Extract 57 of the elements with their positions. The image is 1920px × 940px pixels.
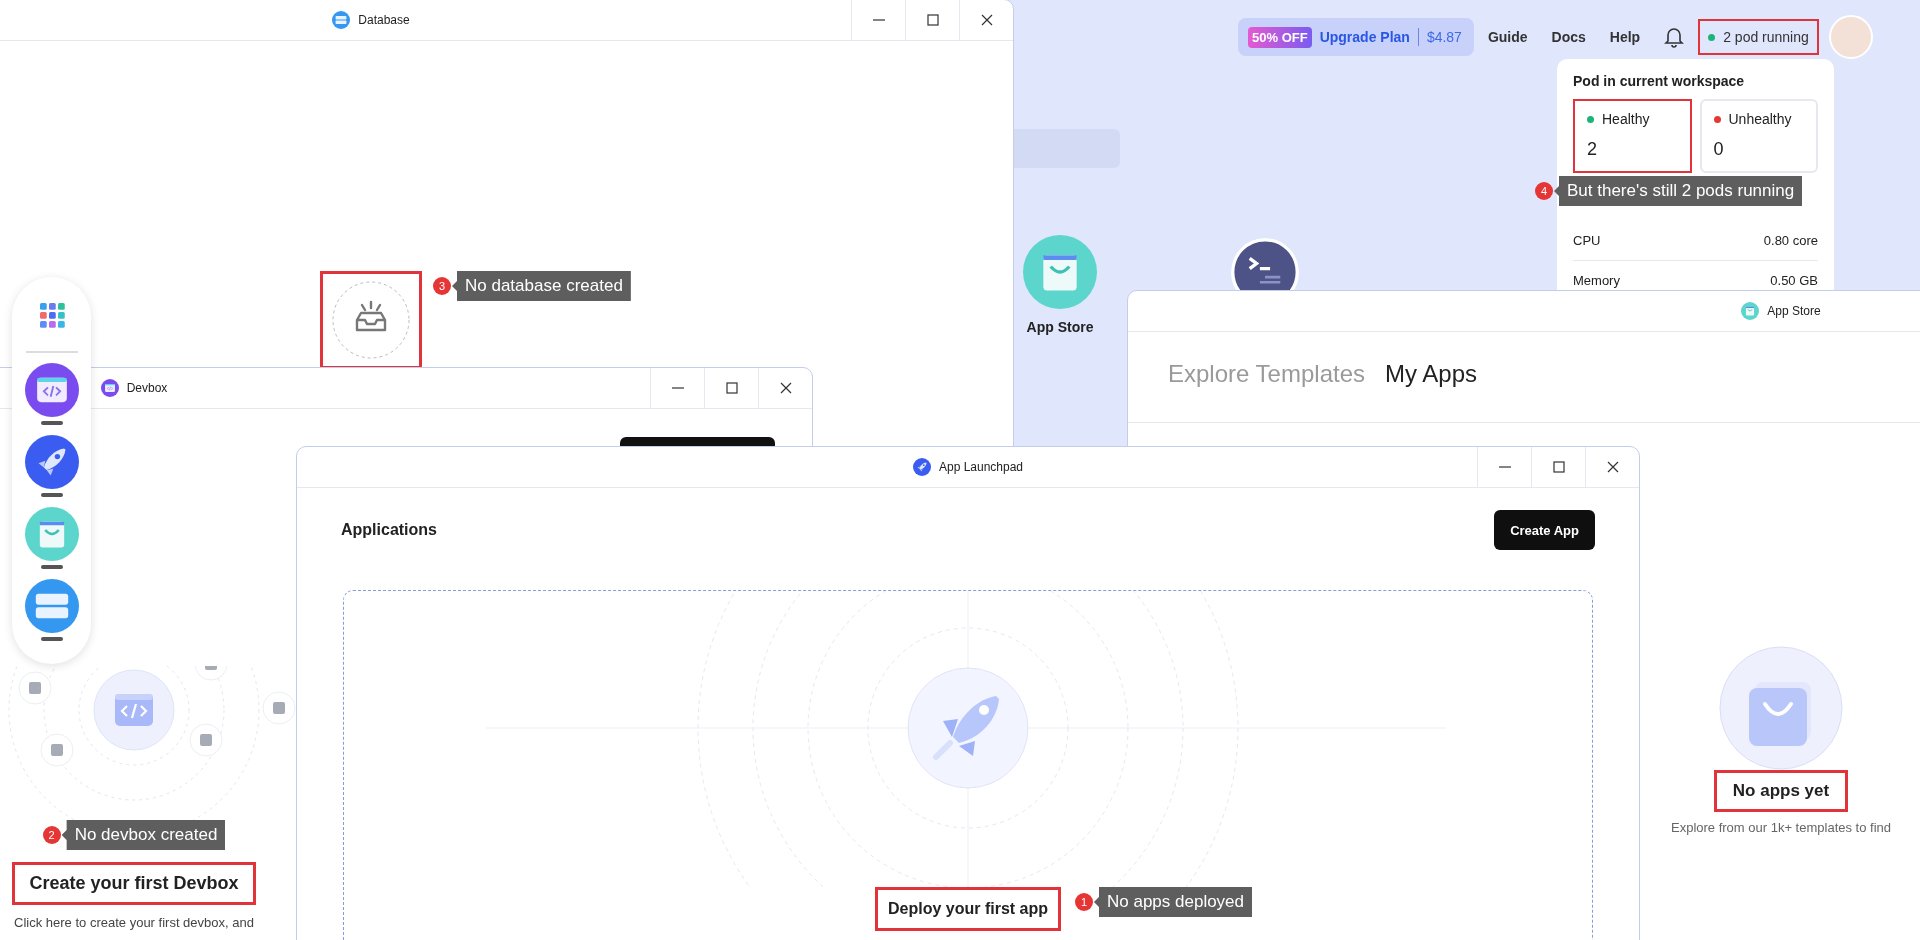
window-title: Devbox (126, 381, 168, 395)
dock-app-button[interactable] (24, 363, 79, 417)
rocket-icon (912, 458, 931, 476)
window-title: Database (358, 13, 410, 27)
app-label: App Store (1026, 319, 1094, 335)
maximize-icon (925, 13, 940, 27)
close-icon (1605, 460, 1620, 474)
database-icon (332, 11, 351, 29)
step-number-badge: 1 (1075, 893, 1093, 911)
card-label: Healthy (1602, 111, 1650, 127)
empty-state-title: Deploy your first app (875, 887, 1061, 931)
step-number-badge: 4 (1535, 182, 1553, 200)
usage-label: CPU (1573, 233, 1601, 248)
rocket-icon (24, 435, 79, 489)
desktop-app-button[interactable] (1231, 238, 1299, 290)
shopping-bag-icon (24, 507, 79, 561)
card-value: 0 (1713, 139, 1725, 160)
pod-status-button[interactable]: 2 pod running (1698, 19, 1819, 55)
dock-app-button[interactable] (24, 435, 79, 489)
annotation-tooltip: But there's still 2 pods running (1554, 176, 1803, 206)
card-value: 2 (1587, 139, 1598, 160)
nav-link[interactable]: Guide (1477, 23, 1538, 51)
usage-label: Memory (1573, 273, 1620, 288)
code-folder-icon (24, 363, 79, 417)
usage-value: 0.80 core (1763, 233, 1818, 248)
maximize-icon (1551, 460, 1566, 474)
create-devbox-heading[interactable]: Create your first Devbox (12, 862, 256, 905)
shopping-bag-icon (1741, 302, 1760, 320)
description-text: Click here to create your first devbox, and (14, 915, 254, 930)
code-folder-icon (100, 379, 119, 397)
nav-link[interactable]: Help (1599, 23, 1651, 51)
tab[interactable]: My Apps (1385, 360, 1478, 388)
empty-state-hint: Explore from our 1k+ templates to find (1671, 820, 1891, 835)
page-heading: Applications (341, 521, 437, 539)
usage-value: 0.50 GB (1770, 273, 1818, 288)
close-icon (979, 13, 994, 27)
annotation-tooltip: No apps deployed (1094, 887, 1253, 917)
inbox-icon (331, 280, 411, 360)
step-number-badge: 2 (42, 826, 61, 844)
close-icon (778, 381, 793, 395)
nav-link[interactable]: Docs (1541, 23, 1596, 51)
bell-icon (1664, 26, 1685, 48)
create-app-button[interactable]: Create App (1494, 510, 1595, 550)
popover-title: Pod in current workspace (1573, 73, 1746, 89)
window-title: App Store (1767, 304, 1821, 318)
card-label: Unhealthy (1728, 111, 1792, 127)
step-number-badge: 3 (433, 277, 451, 295)
dock-app-button[interactable] (24, 507, 79, 561)
empty-state-title: No apps yet (1713, 770, 1849, 812)
dock-app-button[interactable] (24, 579, 79, 633)
database-icon (24, 579, 79, 633)
shopping-bag-icon (1023, 235, 1097, 309)
maximize-icon (724, 381, 739, 395)
window-title: App Launchpad (938, 460, 1024, 474)
annotation-tooltip: No database created (452, 271, 631, 301)
upgrade-plan-button[interactable]: 50% OFF Upgrade Plan $4.87 (1238, 18, 1474, 56)
annotation-tooltip: No devbox created (61, 820, 226, 850)
